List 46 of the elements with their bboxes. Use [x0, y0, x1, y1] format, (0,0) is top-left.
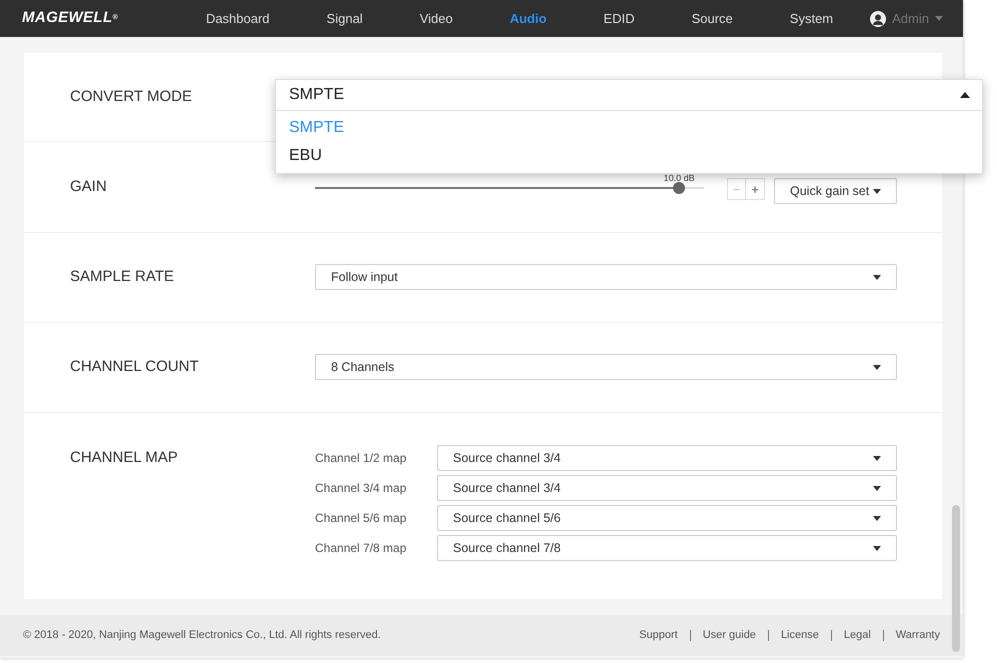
footer-link[interactable]: User guide	[702, 627, 756, 644]
setting-label: GAIN	[70, 178, 107, 195]
footer-link[interactable]: Support	[639, 627, 678, 644]
select-dropdown[interactable]: Source channel 3/4	[437, 445, 897, 471]
footer-link[interactable]: License	[780, 627, 819, 644]
caret-icon	[873, 274, 881, 280]
dropdown-option[interactable]: EBU	[276, 142, 982, 170]
gain-reading: 10.0 dB	[664, 174, 695, 183]
quick-gain-button[interactable]: Quick gain set	[774, 178, 897, 204]
caret-icon	[873, 364, 881, 370]
nav-tab[interactable]: System	[770, 8, 854, 28]
map-label: Channel 5/6 map	[315, 510, 408, 527]
caret-icon	[960, 92, 970, 98]
map-label: Channel 1/2 map	[315, 450, 408, 467]
scrollbar-thumb[interactable]	[952, 505, 960, 652]
copyright-text: © 2018 - 2020, Nanjing Magewell Electronics Co., Ltd. All rights reserved.	[23, 628, 381, 644]
nav-tab[interactable]: Source	[672, 8, 753, 28]
caret-icon	[873, 456, 881, 460]
select-dropdown[interactable]: Follow input	[315, 264, 897, 290]
select-dropdown[interactable]: Source channel 3/4	[437, 475, 897, 501]
map-label: Channel 7/8 map	[315, 540, 408, 557]
nav-tab[interactable]: Audio	[490, 8, 567, 28]
select-dropdown[interactable]: Source channel 7/8	[437, 535, 897, 561]
setting-label: CHANNEL MAP	[70, 449, 178, 466]
map-label: Channel 3/4 map	[315, 480, 408, 497]
brand-logo: MAGEWELL$^{®}$	[22, 8, 120, 28]
caret-icon	[873, 546, 881, 550]
user-avatar-icon	[870, 10, 886, 26]
setting-label: CHANNEL COUNT	[70, 358, 199, 375]
caret-icon	[873, 516, 881, 520]
nav-tab[interactable]: Signal	[306, 8, 383, 28]
select-dropdown[interactable]: SMPTE	[276, 80, 982, 111]
caret-icon	[873, 486, 881, 490]
footer-link[interactable]: Legal	[844, 627, 871, 644]
select-dropdown[interactable]: 8 Channels	[315, 354, 897, 380]
nav-tab[interactable]: Video	[400, 8, 473, 28]
nav-tab[interactable]: EDID	[584, 8, 655, 28]
caret-icon	[873, 188, 881, 194]
footer-link[interactable]: Warranty	[896, 627, 940, 644]
setting-label: CONVERT MODE	[70, 88, 192, 105]
caret-icon	[935, 16, 943, 21]
increase-button[interactable]: +	[746, 178, 765, 200]
setting-label: SAMPLE RATE	[70, 268, 174, 285]
select-dropdown[interactable]: Source channel 5/6	[437, 505, 897, 531]
nav-tab[interactable]: Dashboard	[186, 8, 290, 28]
slider-thumb[interactable]	[673, 182, 686, 194]
